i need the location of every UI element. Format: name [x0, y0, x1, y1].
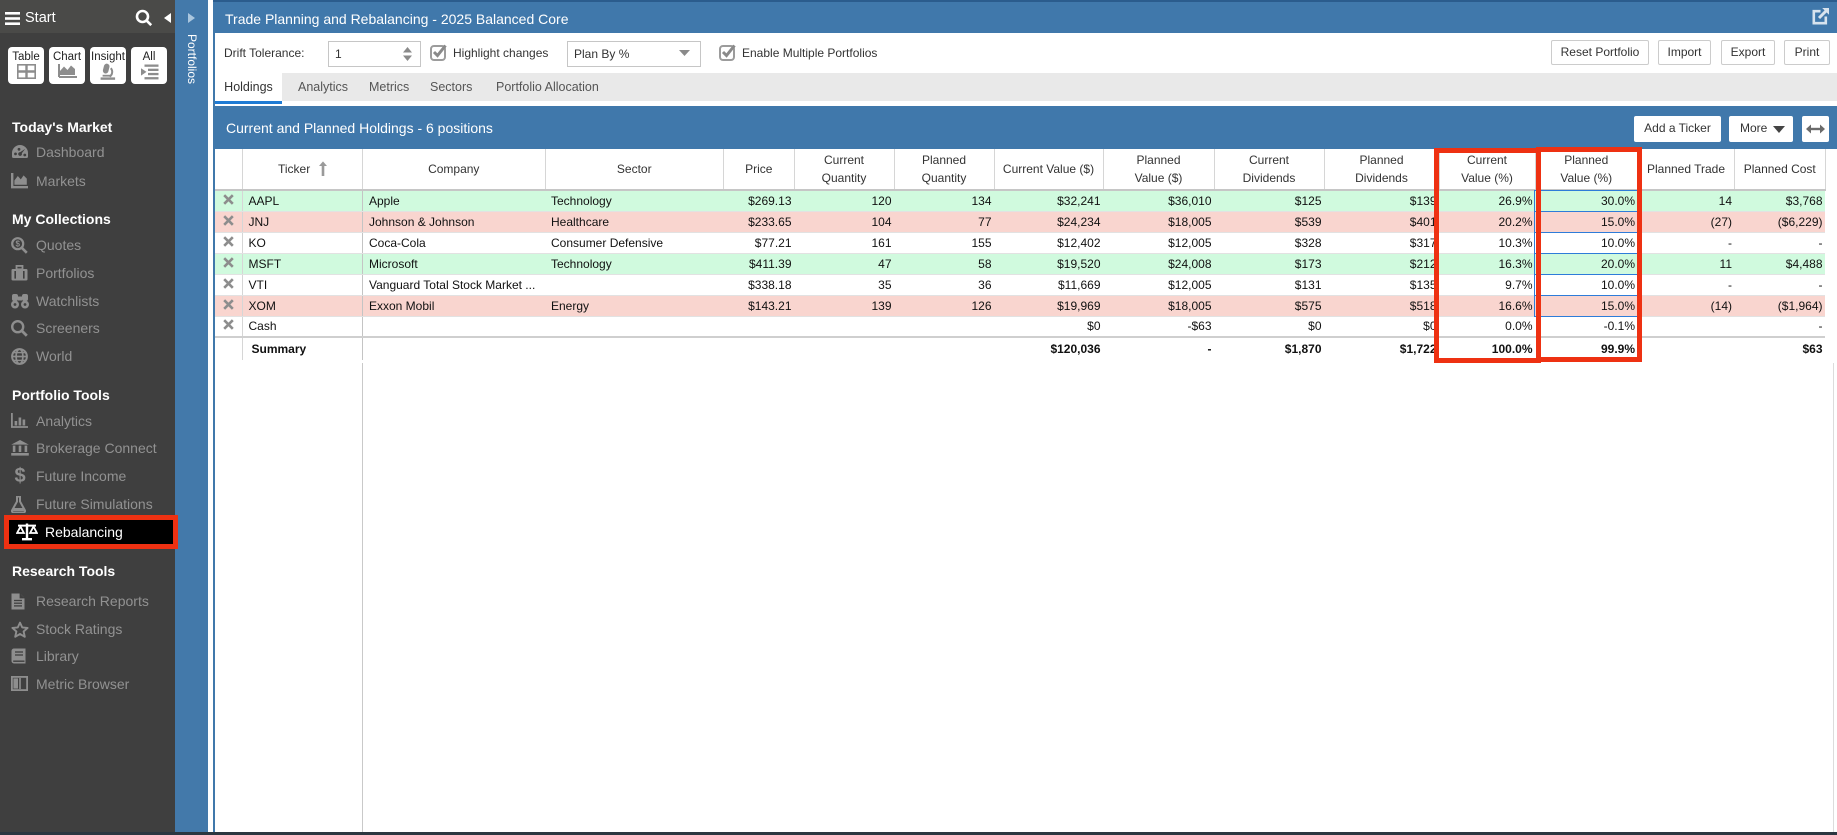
svg-text:$: $	[15, 239, 20, 248]
